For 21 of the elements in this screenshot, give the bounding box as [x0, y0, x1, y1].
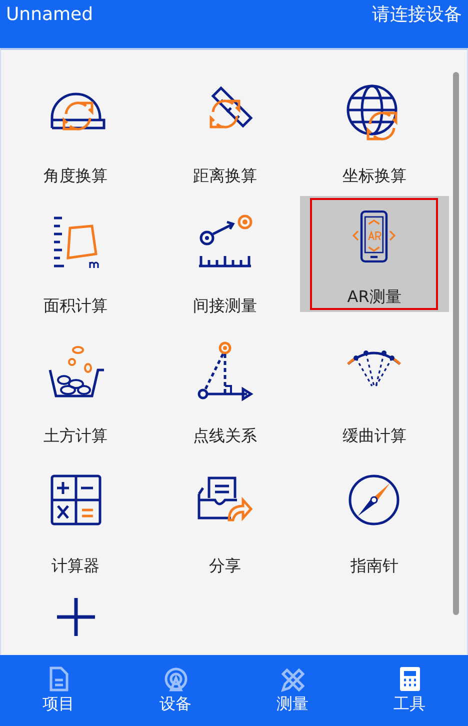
add-button[interactable]	[54, 596, 97, 638]
scrollbar[interactable]	[453, 72, 459, 615]
tool-item[interactable]: 缓曲计算	[300, 326, 449, 456]
nav-tab[interactable]: 工具	[351, 655, 468, 726]
pencil-ruler-icon	[278, 666, 306, 692]
tool-item[interactable]: 计算器	[1, 456, 150, 586]
tool-item[interactable]: 分享	[150, 456, 300, 586]
nav-tab[interactable]: 设备	[117, 655, 234, 726]
tool-item[interactable]: 面积计算	[1, 196, 150, 326]
nav-tab[interactable]: 测量	[234, 655, 351, 726]
tool-item[interactable]: 坐标换算	[300, 66, 449, 196]
tool-item[interactable]: 土方计算	[1, 326, 150, 456]
nav-tab[interactable]: 项目	[0, 655, 117, 726]
project-name: Unnamed	[6, 4, 94, 26]
tool-item[interactable]: 点线关系	[150, 326, 300, 456]
tool-item[interactable]: 间接测量	[150, 196, 300, 326]
tool-item[interactable]: 指南针	[300, 456, 449, 586]
tool-item[interactable]: 角度换算	[1, 66, 150, 196]
connect-device-link[interactable]: 请连接设备	[372, 4, 462, 26]
tool-item[interactable]: 距离换算	[150, 66, 300, 196]
tool-item[interactable]: AR测量	[300, 196, 449, 312]
